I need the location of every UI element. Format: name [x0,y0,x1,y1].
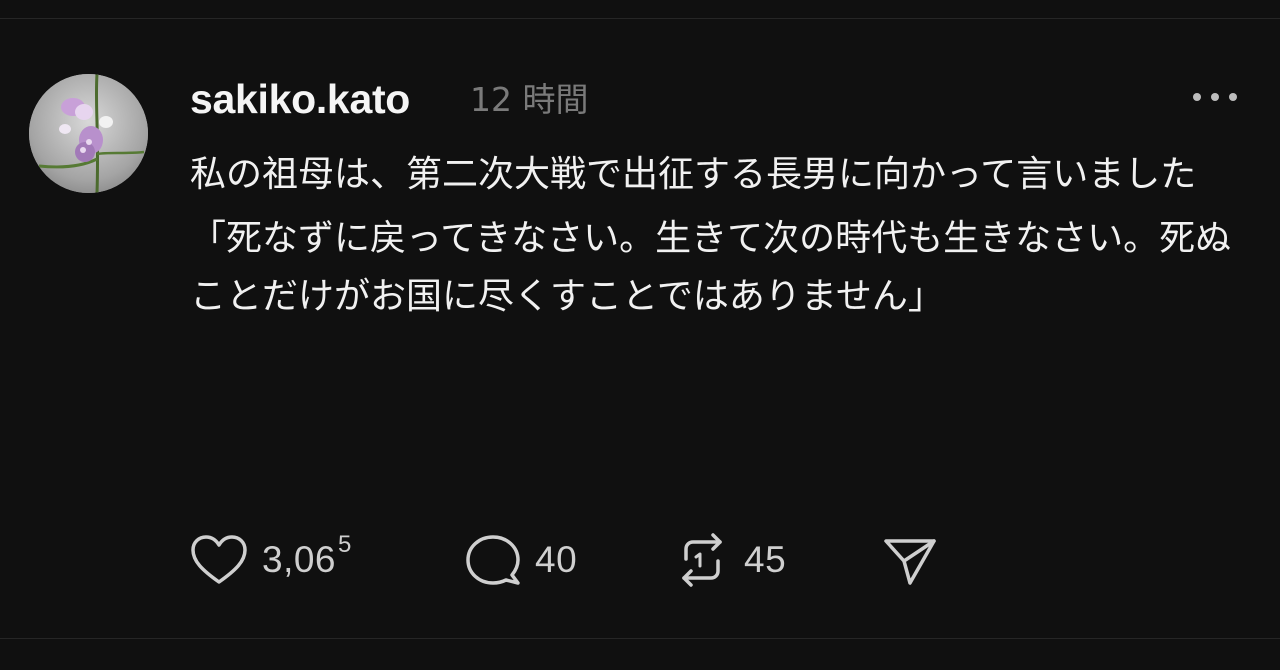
like-count: 3,065 [262,531,352,580]
top-divider [0,18,1280,19]
avatar-image [29,74,148,193]
repost-button[interactable]: 45 [674,530,786,590]
more-horizontal-icon [1193,93,1237,101]
heart-icon [191,535,247,584]
avatar[interactable] [29,74,148,193]
share-button[interactable] [882,530,938,590]
post-paragraph: 私の祖母は、第二次大戦で出征する長男に向かって言いました [190,154,1197,195]
speech-bubble-icon [466,535,520,585]
reply-button[interactable]: 40 [465,530,577,590]
action-bar: 3,065 40 45 [190,530,990,590]
reply-count: 40 [535,539,578,580]
bottom-divider [0,638,1280,639]
post-paragraph: 「死なずに戻ってきなさい。生きて次の時代も生きなさい。死ぬことだけがお国に尽くす… [190,218,1232,317]
post-body: 私の祖母は、第二次大戦で出征する長男に向かって言いました 「死なずに戻ってきなさ… [190,146,1250,326]
repost-icon [682,533,722,587]
author-name[interactable]: sakiko.kato [190,74,410,124]
send-icon [884,539,936,585]
more-options-button[interactable] [1190,82,1240,112]
post-timestamp: 12 時間 [470,80,589,119]
like-button[interactable]: 3,065 [190,530,352,590]
repost-count: 45 [744,539,787,580]
